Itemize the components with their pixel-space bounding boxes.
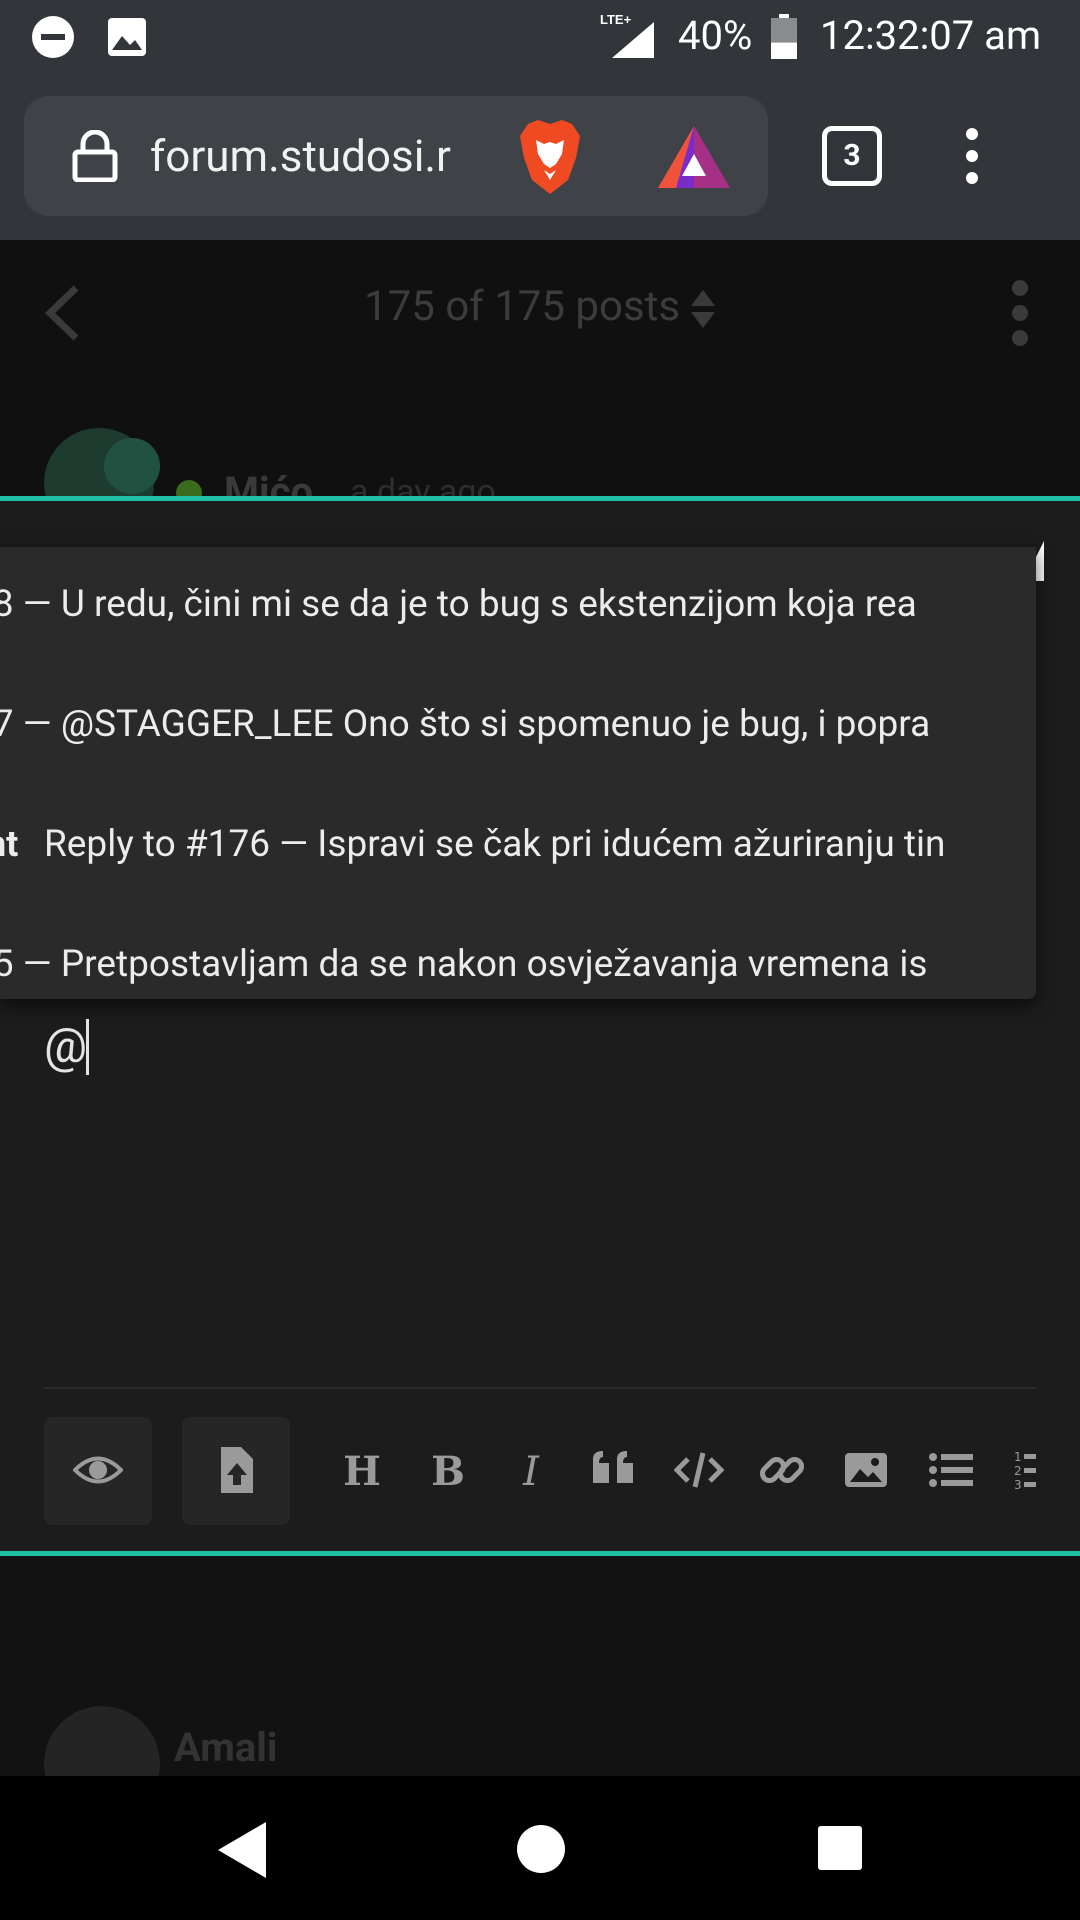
browser-toolbar: forum.studosi.r 3 bbox=[0, 76, 1080, 240]
topic-menu-icon[interactable] bbox=[1000, 278, 1040, 348]
heading-icon[interactable]: H bbox=[337, 1445, 387, 1495]
svg-text:B: B bbox=[431, 1448, 465, 1495]
mention-suggestion-text: 77 — @STAGGER_LEE Ono što si spomenuo je… bbox=[0, 703, 931, 746]
upload-icon bbox=[221, 1447, 253, 1493]
nav-home-icon[interactable] bbox=[514, 1822, 568, 1876]
brave-rewards-icon[interactable] bbox=[656, 124, 732, 190]
address-bar[interactable]: forum.studosi.r bbox=[24, 96, 768, 216]
android-navigation-bar bbox=[0, 1776, 1080, 1920]
battery-percent: 40% bbox=[678, 12, 753, 59]
signal-icon: LTE+ bbox=[600, 12, 654, 58]
url-text[interactable]: forum.studosi.r bbox=[150, 130, 520, 182]
mention-suggestion-item[interactable]: 78 — U redu, čini mi se da je to bug s e… bbox=[0, 547, 1036, 667]
code-icon[interactable] bbox=[674, 1445, 724, 1495]
next-post-author[interactable]: Amali bbox=[174, 1724, 277, 1771]
next-post: Amali bbox=[0, 1556, 1080, 1822]
back-arrow-icon[interactable] bbox=[40, 282, 84, 344]
svg-text:I: I bbox=[522, 1449, 540, 1495]
bullet-list-icon[interactable] bbox=[926, 1445, 976, 1495]
bold-icon[interactable]: B bbox=[423, 1445, 473, 1495]
posts-counter[interactable]: 175 of 175 posts bbox=[364, 282, 680, 331]
lock-icon bbox=[72, 130, 118, 182]
editor-divider bbox=[44, 1387, 1036, 1389]
mention-suggestion-item[interactable]: 75 — Pretpostavljam da se nakon osvježav… bbox=[0, 907, 1036, 999]
quote-icon[interactable] bbox=[589, 1445, 639, 1495]
nav-recents-icon[interactable] bbox=[816, 1824, 864, 1872]
svg-text:H: H bbox=[343, 1448, 381, 1495]
svg-text:3: 3 bbox=[1014, 1478, 1022, 1492]
reply-composer: 78 — U redu, čini mi se da je to bug s e… bbox=[0, 496, 1080, 1556]
nav-back-icon[interactable] bbox=[214, 1820, 268, 1880]
mention-suggestion-item[interactable]: nt Reply to #176 — Ispravi se čak pri id… bbox=[0, 787, 1036, 907]
mention-suggestion-item[interactable]: 77 — @STAGGER_LEE Ono što si spomenuo je… bbox=[0, 667, 1036, 787]
network-type-label: LTE+ bbox=[600, 12, 632, 27]
svg-text:2: 2 bbox=[1014, 1464, 1022, 1478]
mention-suggestion-username: nt bbox=[0, 823, 19, 865]
svg-text:1: 1 bbox=[1014, 1450, 1022, 1464]
link-icon[interactable] bbox=[757, 1445, 807, 1495]
gallery-icon bbox=[108, 18, 146, 56]
browser-menu-icon[interactable] bbox=[950, 124, 994, 188]
text-cursor bbox=[86, 1019, 89, 1075]
mention-suggestion-text: 75 — Pretpostavljam da se nakon osvježav… bbox=[0, 943, 928, 986]
status-bar: LTE+ 40% 12:32:07 am bbox=[0, 0, 1080, 76]
image-icon[interactable] bbox=[841, 1445, 891, 1495]
do-not-disturb-icon bbox=[32, 16, 74, 58]
topic-header: 175 of 175 posts Mićo a day ago bbox=[0, 240, 1080, 538]
composer-header bbox=[0, 501, 1080, 549]
preview-eye-icon bbox=[73, 1456, 123, 1484]
user-badge-icon bbox=[104, 438, 160, 494]
mention-suggestions-popup: 78 — U redu, čini mi se da je to bug s e… bbox=[0, 547, 1036, 999]
mention-suggestion-text: 78 — U redu, čini mi se da je to bug s e… bbox=[0, 583, 917, 626]
sort-arrows-icon bbox=[691, 290, 715, 328]
clock: 12:32:07 am bbox=[820, 12, 1042, 59]
composer-text-input[interactable]: @ bbox=[44, 1017, 87, 1074]
tab-switcher-button[interactable]: 3 bbox=[822, 126, 882, 186]
italic-icon[interactable]: I bbox=[506, 1445, 556, 1495]
mention-suggestion-text: Reply to #176 — Ispravi se čak pri iduće… bbox=[44, 823, 946, 866]
numbered-list-icon[interactable]: 1 2 3 bbox=[1012, 1445, 1036, 1495]
battery-icon bbox=[771, 14, 797, 59]
brave-shields-icon[interactable] bbox=[514, 118, 586, 196]
